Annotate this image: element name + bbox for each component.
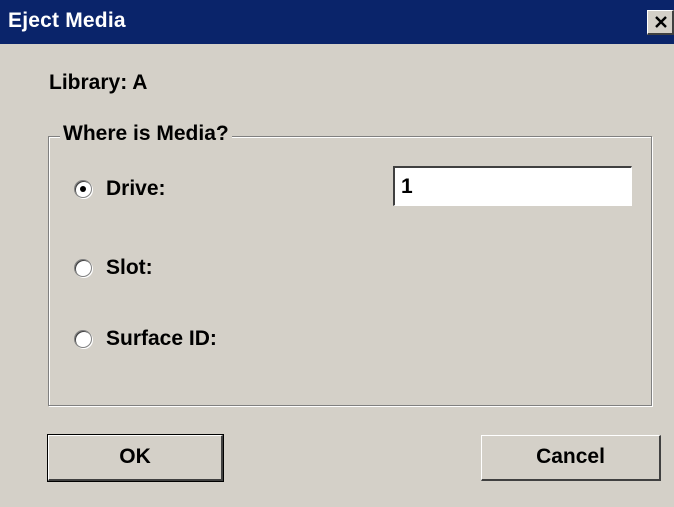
title-bar: Eject Media xyxy=(0,0,674,44)
close-icon xyxy=(655,16,667,28)
eject-media-dialog: Eject Media Library: A Where is Media? D… xyxy=(0,0,674,507)
surface-id-radio[interactable] xyxy=(74,330,92,348)
slot-label: Slot: xyxy=(106,256,153,279)
drive-label: Drive: xyxy=(106,177,166,200)
surface-id-label: Surface ID: xyxy=(106,327,217,350)
slot-radio[interactable] xyxy=(74,259,92,277)
window-title: Eject Media xyxy=(8,9,126,32)
ok-button[interactable]: OK xyxy=(47,434,224,482)
library-label: Library: A xyxy=(49,71,148,94)
drive-radio[interactable] xyxy=(74,180,92,198)
drive-input[interactable] xyxy=(393,166,632,206)
group-legend: Where is Media? xyxy=(60,122,232,146)
cancel-button[interactable]: Cancel xyxy=(481,435,661,481)
close-button[interactable] xyxy=(647,10,674,35)
radio-selected-dot xyxy=(80,186,86,192)
